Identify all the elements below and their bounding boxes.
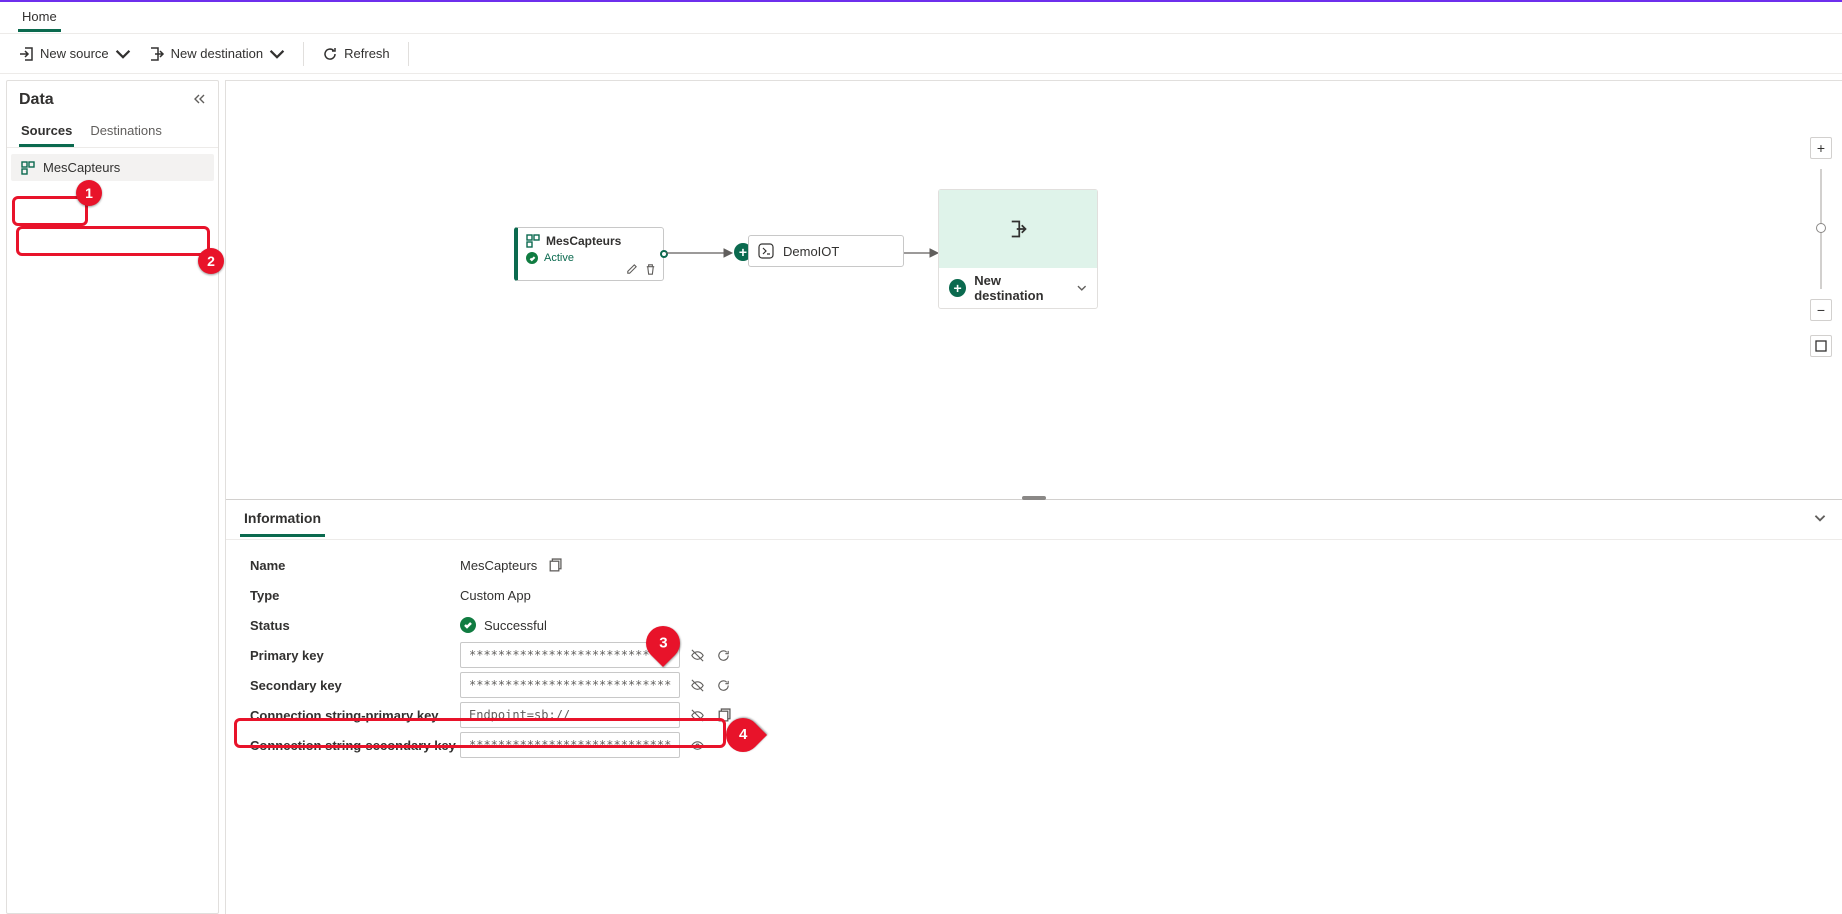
conn-secondary-label: Connection string-secondary key xyxy=(250,738,460,753)
eye-off-icon xyxy=(690,648,705,663)
fit-icon xyxy=(1814,339,1828,353)
info-type-value: Custom App xyxy=(460,588,531,603)
edit-icon[interactable] xyxy=(625,263,638,276)
secondary-key-label: Secondary key xyxy=(250,678,460,693)
primary-key-field[interactable] xyxy=(460,642,680,668)
conn-primary-label: Connection string-primary key xyxy=(250,708,460,723)
plus-icon: + xyxy=(949,279,966,297)
tab-information[interactable]: Information xyxy=(240,502,325,537)
panel-resize-handle[interactable] xyxy=(1022,496,1046,500)
info-name-label: Name xyxy=(250,558,460,573)
toolbar-divider xyxy=(408,42,409,66)
conn-primary-field[interactable] xyxy=(460,702,680,728)
canvas-source-node[interactable]: MesCapteurs Active xyxy=(514,227,664,281)
data-panel-title: Data xyxy=(19,91,54,109)
export-icon xyxy=(1008,219,1028,239)
reveal-primary-key-button[interactable] xyxy=(688,646,706,664)
copy-icon xyxy=(547,558,562,573)
flow-canvas[interactable]: MesCapteurs Active + DemoIOT xyxy=(225,80,1842,914)
chevron-down-icon xyxy=(1077,283,1087,293)
toolbar: New source New destination Refresh xyxy=(0,34,1842,74)
source-node-status: Active xyxy=(544,252,574,264)
reveal-conn-primary-button[interactable] xyxy=(688,706,706,724)
page-tab-row: Home xyxy=(0,2,1842,34)
tab-sources[interactable]: Sources xyxy=(19,117,74,147)
reveal-conn-secondary-button[interactable] xyxy=(688,736,706,754)
new-destination-label: New destination xyxy=(171,46,264,61)
refresh-label: Refresh xyxy=(344,46,390,61)
output-port[interactable] xyxy=(660,250,668,258)
primary-key-label: Primary key xyxy=(250,648,460,663)
data-panel: Data Sources Destinations MesCapteurs xyxy=(6,80,219,914)
copy-conn-primary-button[interactable] xyxy=(714,706,732,724)
regen-primary-key-button[interactable] xyxy=(714,646,732,664)
flow-arrow xyxy=(904,247,940,259)
chevron-down-icon xyxy=(1812,510,1828,526)
collapse-details-button[interactable] xyxy=(1812,510,1828,529)
canvas-destination-placeholder: + New destination xyxy=(938,189,1098,309)
stream-icon xyxy=(526,234,540,248)
refresh-icon xyxy=(322,46,338,62)
fit-view-button[interactable] xyxy=(1810,335,1832,357)
new-destination-button[interactable]: New destination xyxy=(149,46,286,62)
status-indicator-icon xyxy=(526,252,538,264)
delete-icon[interactable] xyxy=(644,263,657,276)
tab-home[interactable]: Home xyxy=(18,3,61,32)
source-node-title: MesCapteurs xyxy=(546,234,621,248)
export-icon xyxy=(149,46,165,62)
reveal-secondary-key-button[interactable] xyxy=(688,676,706,694)
zoom-controls: + − xyxy=(1810,137,1832,357)
import-icon xyxy=(18,46,34,62)
toolbar-divider xyxy=(303,42,304,66)
info-status-label: Status xyxy=(250,618,460,633)
zoom-out-button[interactable]: − xyxy=(1810,299,1832,321)
secondary-key-field[interactable] xyxy=(460,672,680,698)
status-success-icon xyxy=(460,617,476,633)
eye-icon xyxy=(690,738,705,753)
new-source-button[interactable]: New source xyxy=(18,46,131,62)
chevron-double-left-icon xyxy=(192,92,206,106)
new-source-label: New source xyxy=(40,46,109,61)
eye-off-icon xyxy=(690,678,705,693)
chevron-down-icon xyxy=(115,46,131,62)
zoom-slider-track[interactable] xyxy=(1820,169,1822,289)
destination-drop-zone[interactable] xyxy=(939,190,1097,268)
eye-off-icon xyxy=(690,708,705,723)
tab-destinations[interactable]: Destinations xyxy=(88,117,164,147)
flow-arrow xyxy=(666,247,734,259)
new-destination-node-label: New destination xyxy=(974,273,1069,303)
zoom-in-button[interactable]: + xyxy=(1810,137,1832,159)
kql-icon xyxy=(757,242,775,260)
regen-secondary-key-button[interactable] xyxy=(714,676,732,694)
transform-node-title: DemoIOT xyxy=(783,244,839,259)
copy-name-button[interactable] xyxy=(545,556,563,574)
data-panel-tabs: Sources Destinations xyxy=(7,113,218,148)
info-status-value: Successful xyxy=(484,618,547,633)
refresh-icon xyxy=(716,648,731,663)
conn-secondary-field[interactable] xyxy=(460,732,680,758)
refresh-button[interactable]: Refresh xyxy=(322,46,390,62)
chevron-down-icon xyxy=(269,46,285,62)
refresh-icon xyxy=(716,678,731,693)
canvas-transform-node[interactable]: DemoIOT xyxy=(748,235,904,267)
copy-icon xyxy=(716,708,731,723)
new-destination-node-button[interactable]: + New destination xyxy=(939,268,1097,308)
source-item-label: MesCapteurs xyxy=(43,160,120,175)
stream-icon xyxy=(21,161,35,175)
source-item-mescapteurs[interactable]: MesCapteurs xyxy=(11,154,214,181)
info-name-value: MesCapteurs xyxy=(460,558,537,573)
zoom-slider-thumb[interactable] xyxy=(1816,223,1826,233)
collapse-panel-button[interactable] xyxy=(192,92,206,109)
details-panel: Information Name MesCapteurs Type Custom… xyxy=(226,499,1842,914)
info-type-label: Type xyxy=(250,588,460,603)
